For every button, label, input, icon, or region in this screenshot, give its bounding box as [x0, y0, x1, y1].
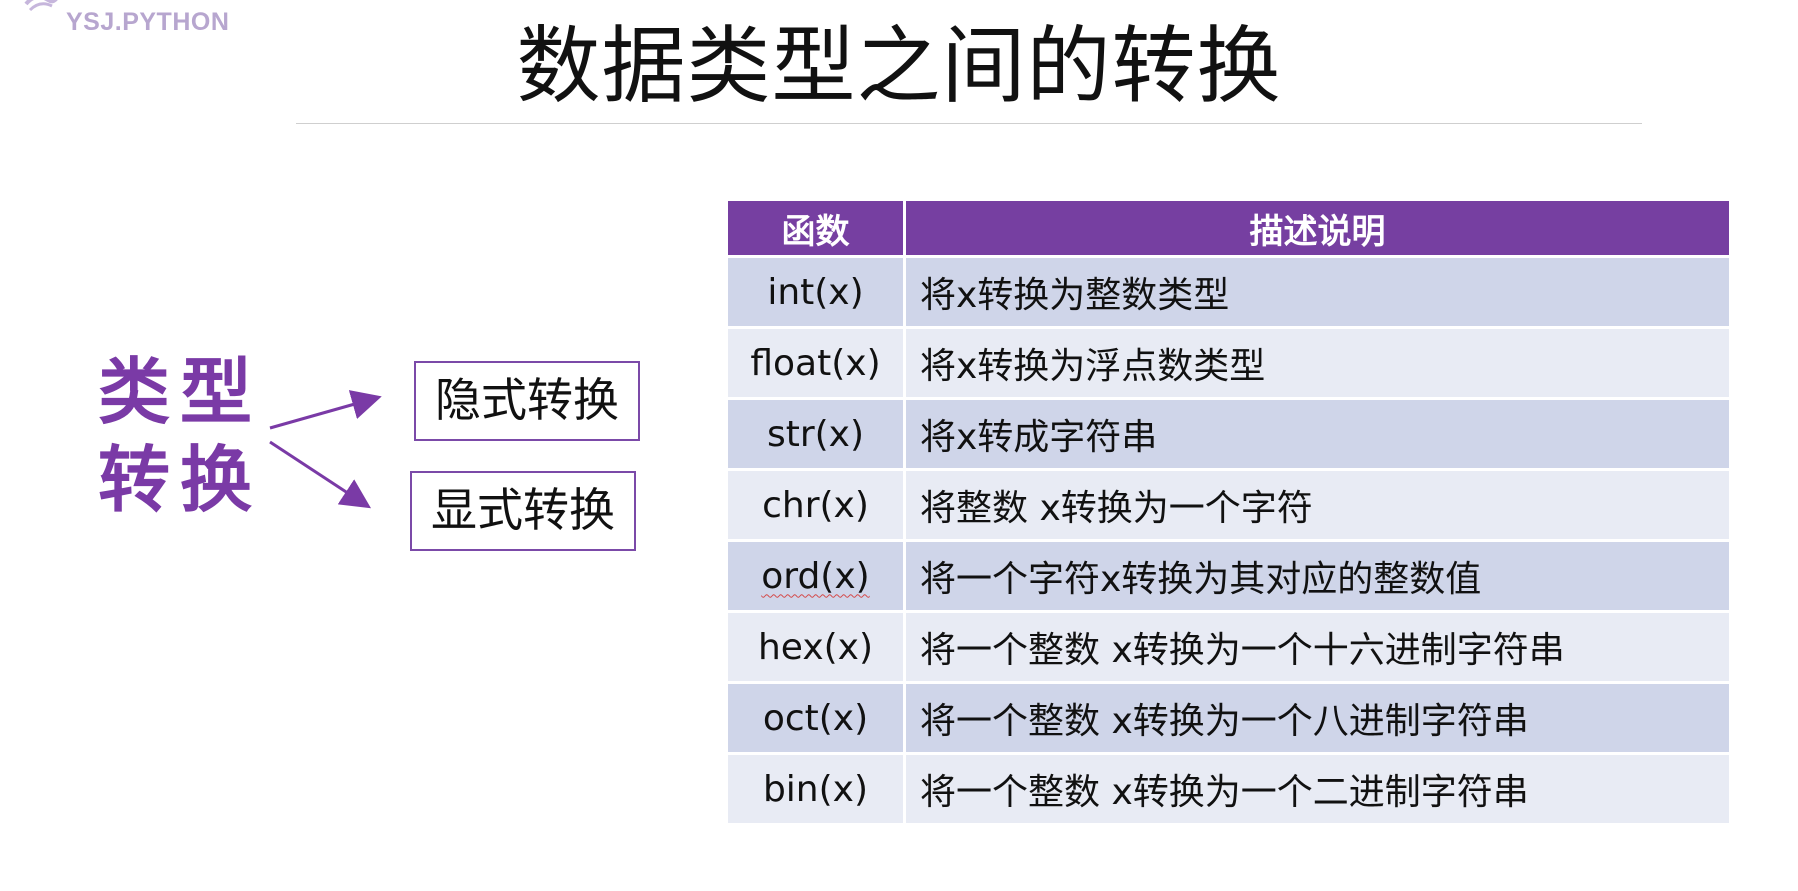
column-header-function: 函数 [728, 201, 906, 255]
page-title: 数据类型之间的转换 [516, 17, 1282, 115]
conversion-function-table: 函数 描述说明 int(x) 将x转换为整数类型 float(x) 将x转换为浮… [728, 198, 1729, 826]
function-cell: oct(x) [728, 684, 906, 752]
column-header-description: 描述说明 [906, 201, 1729, 255]
table-row: oct(x) 将一个整数 x转换为一个八进制字符串 [728, 684, 1729, 752]
function-cell: chr(x) [728, 471, 906, 539]
description-cell: 将x转换为浮点数类型 [906, 329, 1729, 397]
title-divider [296, 123, 1642, 124]
description-cell: 将一个整数 x转换为一个八进制字符串 [906, 684, 1729, 752]
arrow-to-explicit [269, 440, 372, 509]
cropped-top-text [718, 0, 948, 8]
table-row: hex(x) 将一个整数 x转换为一个十六进制字符串 [728, 613, 1729, 681]
cropped-text-fragment [718, 0, 948, 8]
description-cell: 将一个字符x转换为其对应的整数值 [906, 542, 1729, 610]
description-cell: 将x转换为整数类型 [906, 258, 1729, 326]
table-row: str(x) 将x转成字符串 [728, 400, 1729, 468]
table-row: float(x) 将x转换为浮点数类型 [728, 329, 1729, 397]
function-cell: str(x) [728, 400, 906, 468]
branch-arrows [269, 390, 382, 509]
cropped-bottom-text [808, 878, 1088, 891]
table-row: chr(x) 将整数 x转换为一个字符 [728, 471, 1729, 539]
implicit-conversion-box: 隐式转换 [414, 361, 640, 441]
function-cell: hex(x) [728, 613, 906, 681]
function-cell: ord(x) [728, 542, 906, 610]
category-label: 类型转换 [98, 350, 263, 522]
function-name: ord(x) [761, 555, 870, 597]
table-row: bin(x) 将一个整数 x转换为一个二进制字符串 [728, 755, 1729, 823]
description-cell: 将一个整数 x转换为一个十六进制字符串 [906, 613, 1729, 681]
function-cell: int(x) [728, 258, 906, 326]
logo-mark-icon [24, 0, 58, 12]
description-cell: 将整数 x转换为一个字符 [906, 471, 1729, 539]
explicit-conversion-box: 显式转换 [410, 471, 636, 551]
description-cell: 将一个整数 x转换为一个二进制字符串 [906, 755, 1729, 823]
arrow-to-implicit [269, 390, 382, 430]
table-row: ord(x) 将一个字符x转换为其对应的整数值 [728, 542, 1729, 610]
function-cell: float(x) [728, 329, 906, 397]
description-cell: 将x转成字符串 [906, 400, 1729, 468]
table-row: int(x) 将x转换为整数类型 [728, 258, 1729, 326]
function-cell: bin(x) [728, 755, 906, 823]
table-header-row: 函数 描述说明 [728, 201, 1729, 255]
